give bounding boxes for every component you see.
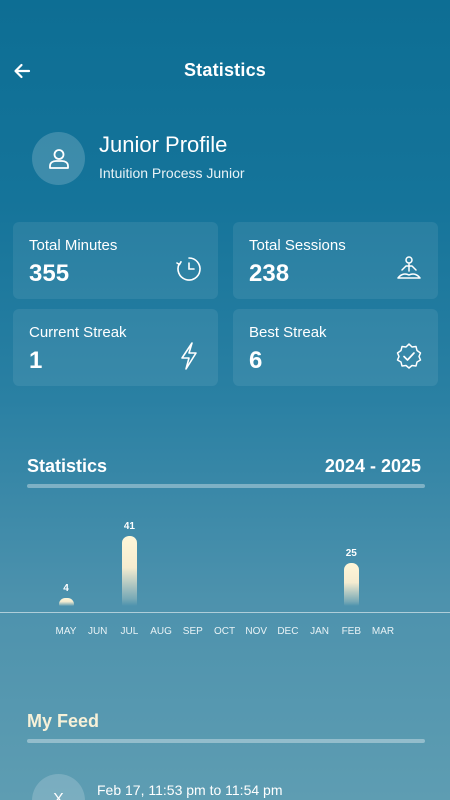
section-divider [27,739,425,743]
avatar[interactable] [32,132,85,185]
stat-label: Best Streak [249,324,327,341]
top-bar: Statistics [0,0,450,140]
month-label-may: MAY [55,626,77,637]
stat-card-total-minutes: Total Minutes 355 [13,222,218,299]
month-label-dec: DEC [277,626,299,637]
timer-icon [174,254,204,284]
stat-card-current-streak: Current Streak 1 [13,309,218,386]
month-label-sep: SEP [182,626,203,637]
month-label-jul: JUL [120,626,139,637]
stat-value: 238 [249,260,290,287]
section-divider [27,484,425,488]
profile-subtitle: Intuition Process Junior [99,165,245,181]
feed-time: Feb 17, 11:53 pm to 11:54 pm [97,782,283,798]
profile-header: Junior Profile Intuition Process Junior [32,132,432,188]
statistics-title: Statistics [27,456,108,476]
stat-value: 6 [249,347,263,374]
page-title: Statistics [183,60,267,80]
month-label-mar: MAR [371,626,395,637]
feed-title: My Feed [27,711,100,731]
monthly-bar-chart: MAY 4 JUN JUL 41 AUG SEP OCT NOV DEC JAN FEB 25 MAR [0,490,450,650]
stat-label: Total Sessions [249,237,346,254]
year-range-selector[interactable]: 2024 - 2025 [325,456,421,477]
month-label-oct: OCT [213,626,236,637]
meditation-icon [394,254,424,284]
stat-card-best-streak: Best Streak 6 [233,309,438,386]
month-label-feb: FEB [341,626,362,637]
stat-value: 1 [29,347,43,374]
stat-label: Total Minutes [29,237,118,254]
feed-item[interactable]: X Feb 17, 11:53 pm to 11:54 pm [32,772,432,800]
profile-name: Junior Profile [99,132,228,157]
bar-value-label-feb: 25 [345,548,357,560]
bar-feb[interactable] [343,563,359,606]
month-label-jun: JUN [87,626,108,637]
stat-card-total-sessions: Total Sessions 238 [233,222,438,299]
month-label-nov: NOV [245,626,268,637]
bar-value-label-jul: 41 [123,521,135,532]
month-label-aug: AUG [150,626,172,637]
user-icon [48,148,69,169]
bar-value-label-may: 4 [63,583,69,594]
feed-avatar: X [32,774,85,800]
bar-may[interactable] [58,598,74,606]
month-label-jan: JAN [310,626,330,637]
feed-header: My Feed [27,711,425,743]
badge-check-icon [394,341,424,371]
chart-baseline [0,612,450,613]
stat-label: Current Streak [29,324,127,341]
statistics-header: Statistics 2024 - 2025 [27,456,425,488]
stat-value: 355 [29,260,70,287]
lightning-icon [174,341,204,371]
bar-jul[interactable] [121,536,137,606]
